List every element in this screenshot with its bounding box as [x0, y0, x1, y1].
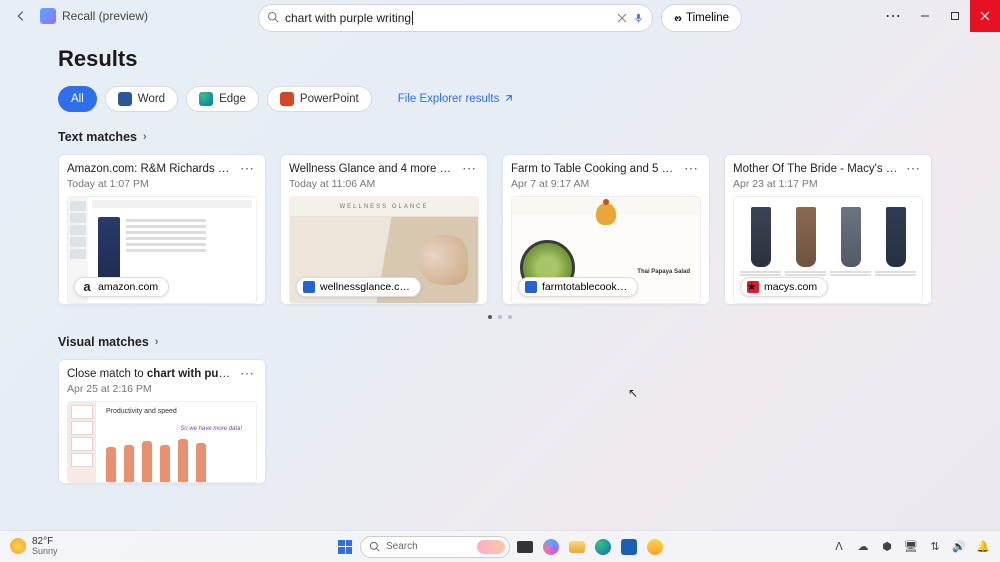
taskbar-center: Search — [334, 536, 666, 558]
result-card[interactable]: Amazon.com: R&M Richards Women's P… ⋯ To… — [58, 154, 266, 305]
pinned-app-button[interactable] — [644, 536, 666, 558]
search-icon — [267, 11, 279, 26]
card-timestamp: Apr 23 at 1:17 PM — [733, 178, 923, 190]
back-button[interactable] — [8, 3, 34, 29]
copilot-button[interactable] — [540, 536, 562, 558]
chevron-right-icon: › — [143, 131, 147, 143]
page-dot[interactable] — [508, 315, 512, 319]
source-badge: wellnessglance.c… — [296, 277, 421, 297]
card-more-button[interactable]: ⋯ — [238, 368, 257, 378]
amazon-icon — [81, 281, 93, 293]
card-timestamp: Apr 25 at 2:16 PM — [67, 383, 257, 395]
card-more-button[interactable]: ⋯ — [460, 163, 479, 173]
notifications-icon[interactable]: 🔔 — [976, 540, 990, 554]
result-card[interactable]: Close match to chart with purple writing… — [58, 359, 266, 484]
window-controls: ⋯ — [876, 0, 1000, 32]
page-dot[interactable] — [498, 315, 502, 319]
powerpoint-icon — [280, 92, 294, 106]
tray-chevron-icon[interactable]: ᐱ — [832, 540, 846, 554]
card-title: Amazon.com: R&M Richards Women's P… — [67, 163, 234, 175]
weather-widget[interactable]: 82°FSunny — [10, 536, 58, 557]
filter-row: All Word Edge PowerPoint File Explorer r… — [58, 86, 942, 112]
card-timestamp: Apr 7 at 9:17 AM — [511, 178, 701, 190]
card-title: Wellness Glance and 4 more pages - Per… — [289, 163, 456, 175]
start-button[interactable] — [334, 536, 356, 558]
edge-button[interactable] — [592, 536, 614, 558]
volume-icon[interactable]: 🔊 — [952, 540, 966, 554]
bing-decoration — [477, 540, 505, 554]
search-area: chart with purple writing ‹·› Timeline — [258, 4, 742, 32]
timeline-icon: ‹·› — [674, 11, 680, 25]
results-heading: Results — [58, 46, 942, 72]
app-title: Recall (preview) — [62, 9, 148, 23]
content-area: Results All Word Edge PowerPoint File Ex… — [0, 32, 1000, 484]
card-thumbnail: WELLNESS GLANCE wellnessglance.c… — [289, 196, 479, 304]
edge-icon — [199, 92, 213, 106]
store-button[interactable] — [618, 536, 640, 558]
pagination-dots[interactable] — [58, 315, 942, 319]
clear-search-button[interactable] — [617, 13, 627, 23]
site-icon — [303, 281, 315, 293]
card-title: Mother Of The Bride - Macy's and 3 mor… — [733, 163, 900, 175]
macys-icon: ★ — [747, 281, 759, 293]
timeline-button[interactable]: ‹·› Timeline — [661, 4, 742, 32]
security-icon[interactable]: ⬢ — [880, 540, 894, 554]
card-timestamp: Today at 1:07 PM — [67, 178, 257, 190]
card-thumbnail: Productivity and speed So we have more d… — [67, 401, 257, 483]
condition: Sunny — [32, 547, 58, 557]
card-thumbnail: Thai Papaya Salad farmtotablecook… — [511, 196, 701, 304]
card-thumbnail: amazon.com — [67, 196, 257, 304]
card-title: Close match to chart with purple writing — [67, 368, 234, 380]
text-matches-header[interactable]: Text matches› — [58, 130, 942, 144]
sun-icon — [10, 538, 26, 554]
filter-word[interactable]: Word — [105, 86, 178, 112]
maximize-button[interactable] — [940, 0, 970, 32]
filter-all[interactable]: All — [58, 86, 97, 112]
file-explorer-link[interactable]: File Explorer results — [398, 93, 514, 105]
visual-matches-header[interactable]: Visual matches› — [58, 335, 942, 349]
result-card[interactable]: Mother Of The Bride - Macy's and 3 mor… … — [724, 154, 932, 305]
system-tray: ᐱ ☁ ⬢ 🖥 ⇅ 🔊 🔔 — [832, 540, 990, 554]
wifi-icon[interactable]: ⇅ — [928, 540, 942, 554]
visual-matches-row: Close match to chart with purple writing… — [58, 359, 942, 484]
app-icon — [40, 8, 56, 24]
card-title: Farm to Table Cooking and 5 more page… — [511, 163, 678, 175]
close-button[interactable] — [970, 0, 1000, 32]
voice-search-button[interactable] — [633, 13, 644, 24]
result-card[interactable]: Farm to Table Cooking and 5 more page… ⋯… — [502, 154, 710, 305]
card-more-button[interactable]: ⋯ — [238, 163, 257, 173]
page-dot[interactable] — [488, 315, 492, 319]
task-view-button[interactable] — [514, 536, 536, 558]
search-input[interactable]: chart with purple writing — [258, 4, 653, 32]
site-icon — [525, 281, 537, 293]
card-thumbnail: ★macys.com — [733, 196, 923, 304]
word-icon — [118, 92, 132, 106]
search-query-text: chart with purple writing — [285, 11, 611, 26]
timeline-label: Timeline — [686, 12, 729, 24]
minimize-button[interactable] — [910, 0, 940, 32]
text-matches-row: Amazon.com: R&M Richards Women's P… ⋯ To… — [58, 154, 942, 305]
source-badge: farmtotablecook… — [518, 277, 638, 297]
card-timestamp: Today at 11:06 AM — [289, 178, 479, 190]
taskbar-search[interactable]: Search — [360, 536, 510, 558]
source-badge: ★macys.com — [740, 277, 828, 297]
chevron-right-icon: › — [155, 336, 159, 348]
filter-edge[interactable]: Edge — [186, 86, 259, 112]
source-badge: amazon.com — [74, 277, 169, 297]
filter-powerpoint[interactable]: PowerPoint — [267, 86, 372, 112]
display-icon[interactable]: 🖥 — [904, 540, 918, 554]
card-more-button[interactable]: ⋯ — [904, 163, 923, 173]
onedrive-icon[interactable]: ☁ — [856, 540, 870, 554]
taskbar: 82°FSunny Search ᐱ ☁ ⬢ 🖥 ⇅ 🔊 🔔 — [0, 530, 1000, 562]
more-button[interactable]: ⋯ — [876, 0, 910, 32]
card-more-button[interactable]: ⋯ — [682, 163, 701, 173]
explorer-button[interactable] — [566, 536, 588, 558]
result-card[interactable]: Wellness Glance and 4 more pages - Per… … — [280, 154, 488, 305]
